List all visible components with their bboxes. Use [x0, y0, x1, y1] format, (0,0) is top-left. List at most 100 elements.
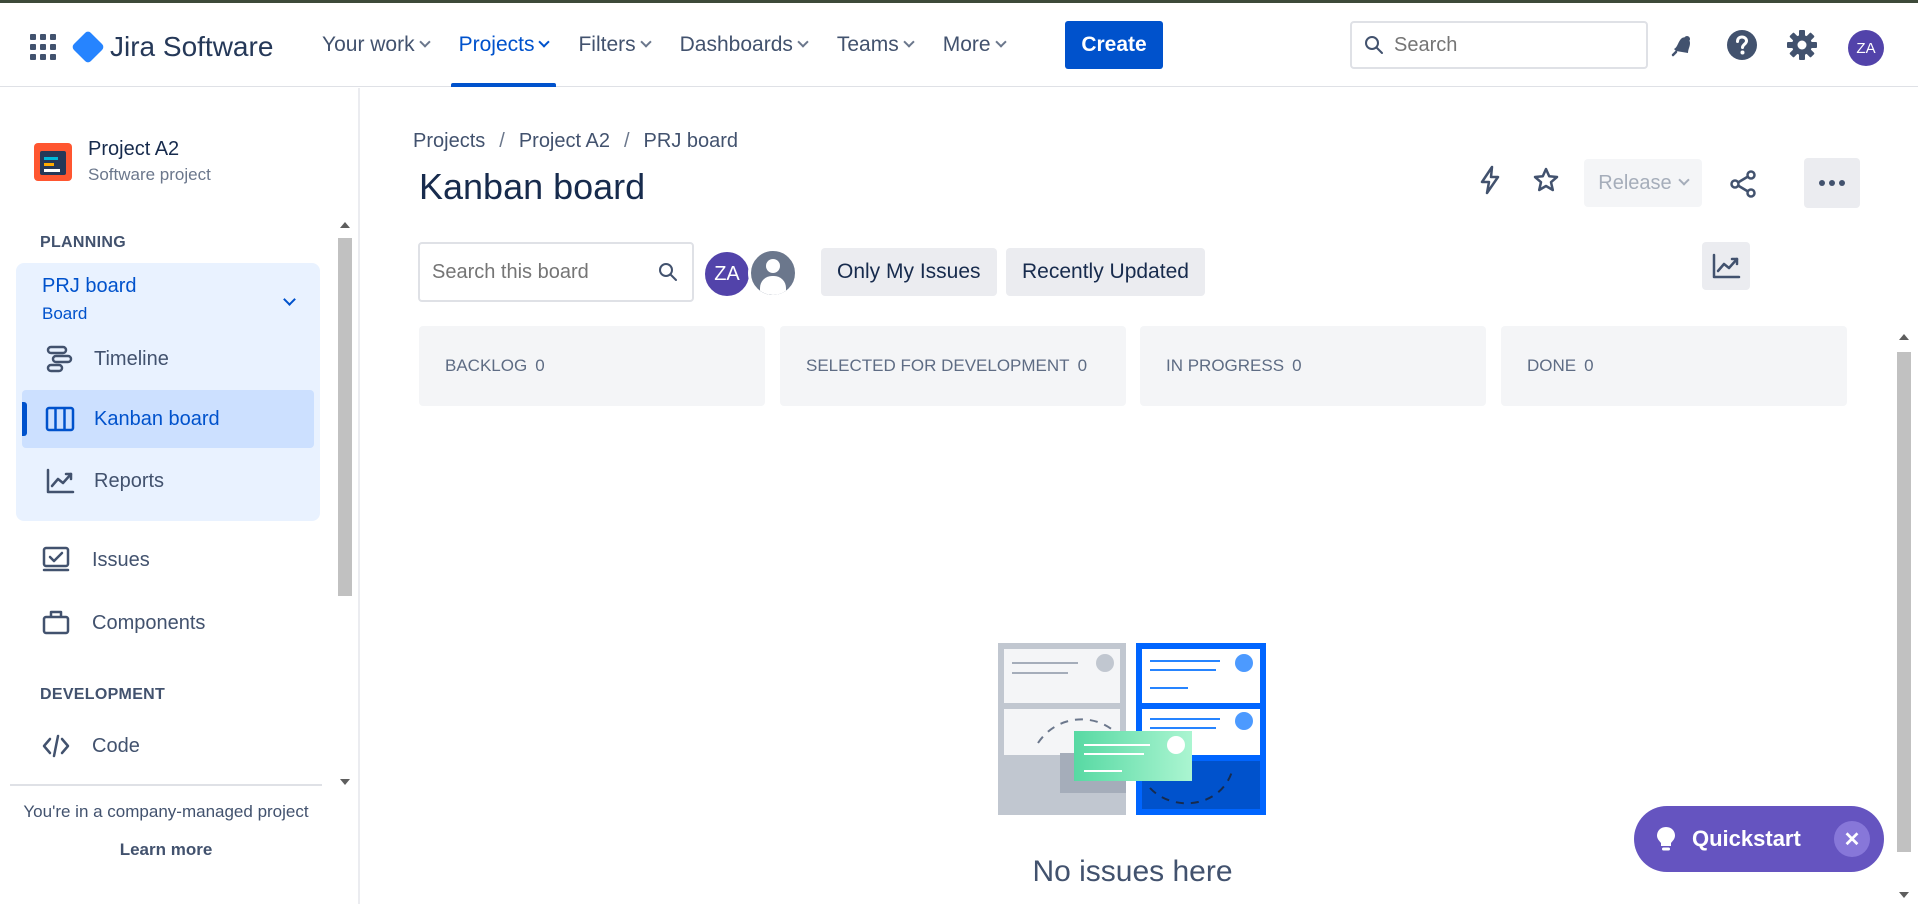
- global-search[interactable]: [1350, 21, 1648, 69]
- board-search-input[interactable]: [432, 260, 652, 284]
- chevron-down-icon[interactable]: [283, 293, 296, 306]
- sidebar-item-issues[interactable]: Issues: [40, 544, 150, 576]
- search-icon: [659, 263, 677, 281]
- column-count: 0: [535, 356, 545, 375]
- components-icon: [40, 607, 72, 639]
- sidebar-item-label: Kanban board: [94, 407, 220, 430]
- column-count: 0: [1077, 356, 1088, 375]
- column-count: 0: [1292, 356, 1302, 375]
- only-my-issues-filter[interactable]: Only My Issues: [821, 248, 997, 296]
- settings-gear-icon[interactable]: [1786, 29, 1818, 61]
- automation-lightning-icon[interactable]: [1472, 162, 1508, 198]
- notifications-icon[interactable]: [1666, 29, 1698, 61]
- breadcrumb: Projects / Project A2 / PRJ board: [413, 130, 738, 153]
- release-label: Release: [1598, 171, 1672, 194]
- breadcrumb-project[interactable]: Project A2: [519, 130, 610, 153]
- chevron-down-icon: [797, 36, 809, 48]
- release-button: Release: [1584, 159, 1702, 207]
- sidebar-scroll-thumb[interactable]: [338, 238, 352, 596]
- scroll-down-arrow-icon[interactable]: [1899, 892, 1909, 898]
- sidebar-item-components[interactable]: Components: [40, 607, 205, 639]
- lightbulb-icon: [1654, 827, 1678, 851]
- breadcrumb-board[interactable]: PRJ board: [644, 130, 739, 153]
- jira-diamond-icon: [71, 30, 105, 64]
- sidebar-footer: You're in a company-managed project Lear…: [10, 784, 322, 860]
- nav-filters-label: Filters: [578, 33, 636, 56]
- sidebar-item-kanban-board[interactable]: Kanban board: [22, 390, 314, 448]
- column-selected-for-development[interactable]: SELECTED FOR DEVELOPMENT 0: [780, 326, 1126, 406]
- scroll-down-arrow-icon[interactable]: [340, 779, 350, 785]
- nav-projects-label: Projects: [458, 33, 535, 56]
- app-switcher-icon[interactable]: [30, 34, 56, 60]
- more-actions-icon[interactable]: [1804, 158, 1860, 208]
- help-icon[interactable]: [1726, 29, 1758, 61]
- column-title: DONE: [1527, 356, 1577, 375]
- column-backlog[interactable]: BACKLOG 0: [419, 326, 765, 406]
- top-navigation: Jira Software Your work Projects Filters…: [0, 3, 1918, 87]
- sidebar-item-label: Timeline: [94, 347, 169, 370]
- column-done[interactable]: DONE 0: [1501, 326, 1847, 406]
- sidebar-item-label: Issues: [92, 548, 150, 571]
- chevron-down-icon: [994, 36, 1007, 48]
- user-avatar[interactable]: ZA: [1848, 30, 1884, 66]
- board-type: Board: [42, 304, 88, 323]
- learn-more-link[interactable]: Learn more: [10, 840, 322, 860]
- development-heading: DEVELOPMENT: [40, 686, 166, 703]
- board-scroll-thumb[interactable]: [1897, 352, 1911, 852]
- scroll-up-arrow-icon[interactable]: [340, 222, 350, 228]
- unassigned-avatar-icon[interactable]: [748, 248, 798, 298]
- nav-your-work-label: Your work: [322, 33, 415, 56]
- column-in-progress[interactable]: IN PROGRESS 0: [1140, 326, 1486, 406]
- sidebar-scrollbar[interactable]: [336, 216, 354, 791]
- issues-icon: [40, 544, 72, 576]
- nav-more[interactable]: More: [931, 3, 1017, 87]
- project-name: Project A2: [88, 138, 180, 160]
- chevron-down-icon: [418, 36, 431, 48]
- star-icon[interactable]: [1528, 162, 1564, 198]
- nav-teams[interactable]: Teams: [825, 3, 925, 87]
- column-title: BACKLOG: [445, 356, 528, 375]
- nav-filters[interactable]: Filters: [566, 3, 661, 87]
- sidebar-item-code[interactable]: Code: [40, 730, 140, 762]
- close-icon[interactable]: ✕: [1834, 821, 1870, 857]
- column-count: 0: [1584, 356, 1594, 375]
- nav-your-work[interactable]: Your work: [310, 3, 441, 87]
- code-icon: [40, 730, 72, 762]
- chevron-down-icon: [538, 36, 551, 48]
- timeline-icon: [44, 343, 76, 375]
- scroll-up-arrow-icon[interactable]: [1899, 334, 1909, 340]
- reports-icon: [44, 465, 76, 497]
- quickstart-label: Quickstart: [1692, 826, 1801, 851]
- nav-projects[interactable]: Projects: [447, 3, 561, 87]
- column-title: IN PROGRESS: [1166, 356, 1285, 375]
- assignee-avatar[interactable]: ZA: [703, 250, 751, 298]
- nav-more-label: More: [942, 33, 991, 56]
- global-search-input[interactable]: [1394, 33, 1634, 57]
- insights-chart-icon[interactable]: [1702, 242, 1750, 290]
- empty-state-text: No issues here: [1032, 855, 1233, 888]
- project-avatar-icon: [34, 142, 72, 181]
- company-managed-note: You're in a company-managed project: [23, 802, 309, 821]
- sidebar-item-reports[interactable]: Reports: [22, 452, 314, 510]
- board-search[interactable]: [418, 242, 694, 302]
- kanban-board-icon: [44, 403, 76, 435]
- quickstart-button[interactable]: Quickstart ✕: [1634, 806, 1884, 872]
- breadcrumb-projects[interactable]: Projects: [413, 130, 485, 153]
- chevron-down-icon: [903, 36, 915, 48]
- sidebar-item-timeline[interactable]: Timeline: [22, 330, 314, 388]
- column-title: SELECTED FOR DEVELOPMENT: [806, 356, 1070, 375]
- planning-heading: PLANNING: [40, 234, 126, 251]
- nav-dashboards[interactable]: Dashboards: [668, 3, 819, 87]
- share-icon[interactable]: [1725, 166, 1761, 202]
- product-name: Jira Software: [110, 31, 274, 62]
- board-name: PRJ board: [42, 275, 137, 297]
- board-switcher[interactable]: PRJ board Board: [42, 275, 137, 324]
- jira-logo[interactable]: Jira Software: [71, 30, 274, 64]
- project-header[interactable]: Project A2 Software project: [34, 138, 211, 185]
- search-icon: [1365, 36, 1383, 54]
- project-type: Software project: [88, 165, 211, 184]
- board-scrollbar[interactable]: [1894, 328, 1914, 904]
- create-button[interactable]: Create: [1065, 21, 1163, 69]
- page-title: Kanban board: [419, 166, 646, 207]
- recently-updated-filter[interactable]: Recently Updated: [1006, 248, 1205, 296]
